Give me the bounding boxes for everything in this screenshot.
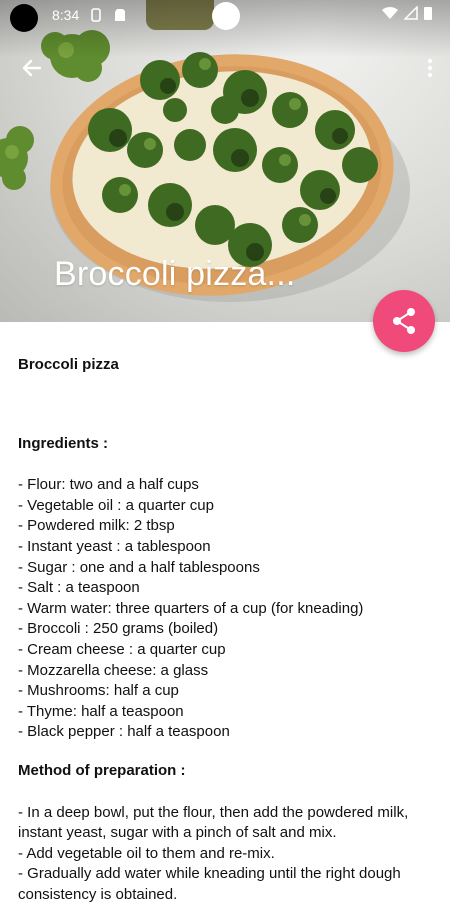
ingredient-item: - Black pepper : half a teaspoon	[18, 722, 438, 743]
ingredient-item: - Salt : a teaspoon	[18, 578, 438, 599]
recipe-content: Broccoli pizza Ingredients : - Flour: tw…	[18, 355, 438, 905]
ingredient-item: - Mozzarella cheese: a glass	[18, 661, 438, 682]
battery-icon	[424, 6, 432, 20]
collapsing-toolbar-title: Broccoli pizza...	[54, 255, 295, 294]
recipe-title: Broccoli pizza	[18, 355, 438, 376]
sd-card-icon	[114, 8, 126, 22]
wifi-icon	[382, 6, 398, 20]
ingredient-item: - Mushrooms: half a cup	[18, 681, 438, 702]
front-camera	[212, 2, 240, 30]
ingredients-list: - Flour: two and a half cups - Vegetable…	[18, 475, 438, 743]
status-bar: 8:34	[0, 0, 450, 32]
ingredient-item: - Thyme: half a teaspoon	[18, 702, 438, 723]
ingredient-item: - Instant yeast : a tablespoon	[18, 537, 438, 558]
ingredient-item: - Sugar : one and a half tablespoons	[18, 558, 438, 579]
method-step: - In a deep bowl, put the flour, then ad…	[18, 803, 438, 844]
ingredient-item: - Cream cheese : a quarter cup	[18, 640, 438, 661]
share-button[interactable]	[373, 290, 435, 352]
status-icons	[382, 6, 432, 20]
status-time: 8:34	[52, 7, 79, 23]
method-step: - Gradually add water while kneading unt…	[18, 864, 438, 905]
ingredients-heading: Ingredients :	[18, 434, 438, 455]
back-arrow-icon[interactable]	[14, 50, 50, 86]
ingredient-item: - Broccoli : 250 grams (boiled)	[18, 619, 438, 640]
ingredient-item: - Warm water: three quarters of a cup (f…	[18, 599, 438, 620]
ingredient-item: - Powdered milk: 2 tbsp	[18, 516, 438, 537]
method-step: - Add vegetable oil to them and re-mix.	[18, 844, 438, 865]
ingredient-item: - Flour: two and a half cups	[18, 475, 438, 496]
camera-cutout	[10, 4, 38, 32]
sim-icon	[90, 8, 102, 22]
method-steps: - In a deep bowl, put the flour, then ad…	[18, 803, 438, 905]
signal-icon	[404, 6, 418, 20]
more-vert-icon[interactable]	[420, 52, 440, 84]
method-heading: Method of preparation :	[18, 761, 438, 782]
ingredient-item: - Vegetable oil : a quarter cup	[18, 496, 438, 517]
share-icon	[391, 307, 417, 335]
